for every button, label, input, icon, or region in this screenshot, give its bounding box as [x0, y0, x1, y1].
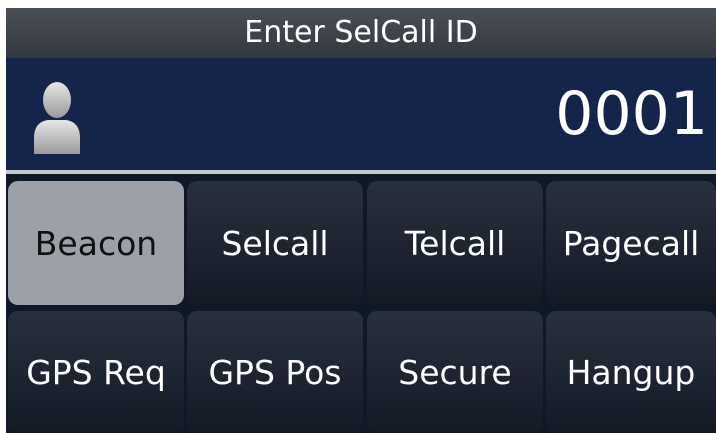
beacon-button[interactable]: Beacon: [8, 181, 184, 305]
function-button-grid: Beacon Selcall Telcall Pagecall GPS Req …: [6, 181, 716, 433]
telcall-button[interactable]: Telcall: [367, 181, 543, 305]
gps-req-button[interactable]: GPS Req: [8, 311, 184, 433]
page-title: Enter SelCall ID: [6, 8, 716, 58]
hangup-button[interactable]: Hangup: [546, 311, 716, 433]
pagecall-button[interactable]: Pagecall: [546, 181, 716, 305]
secure-button[interactable]: Secure: [367, 311, 543, 433]
user-icon: [34, 82, 80, 154]
selcall-screen: Enter SelCall ID 0001 Beacon Selcall Tel…: [6, 8, 716, 433]
selcall-id-value: 0001: [555, 79, 708, 149]
selcall-button[interactable]: Selcall: [187, 181, 363, 305]
gps-pos-button[interactable]: GPS Pos: [187, 311, 363, 433]
selcall-id-panel[interactable]: 0001: [6, 58, 716, 170]
divider: [6, 170, 716, 174]
